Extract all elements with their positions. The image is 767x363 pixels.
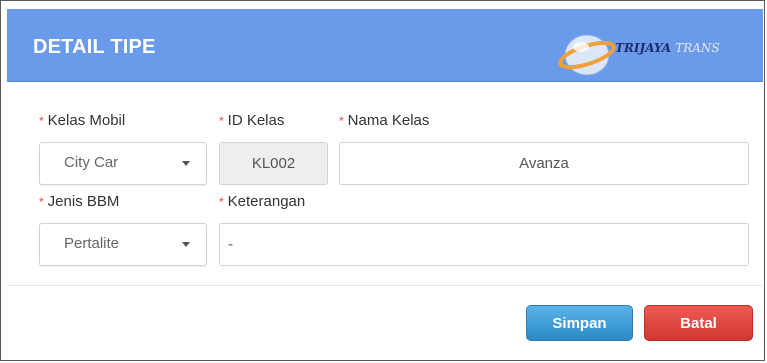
nama-kelas-value: Avanza [519,155,569,172]
globe-logo-icon [558,34,616,76]
label-nama-kelas: * Nama Kelas [339,112,429,129]
jenis-bbm-value: Pertalite [64,235,120,252]
footer-divider [7,285,763,286]
company-logo: TRIJAYA TRANS [557,29,757,77]
label-text: Keterangan [227,193,306,210]
label-id-kelas: * ID Kelas [219,112,284,129]
keterangan-value: - [228,236,233,253]
cancel-button[interactable]: Batal [644,305,753,341]
dialog-title: DETAIL TIPE [33,36,156,58]
label-jenis-bbm: * Jenis BBM [39,193,119,210]
logo-brand-secondary: TRANS [675,41,720,55]
jenis-bbm-select[interactable]: Pertalite [39,223,207,266]
label-keterangan: * Keterangan [219,193,305,210]
kelas-mobil-select[interactable]: City Car [39,142,207,185]
required-marker: * [339,114,344,128]
save-button[interactable]: Simpan [526,305,633,341]
dialog-header: DETAIL TIPE TRIJAYA TRANS [7,9,763,82]
kelas-mobil-value: City Car [64,154,119,171]
label-text: Jenis BBM [47,193,120,210]
id-kelas-field: KL002 [219,142,328,185]
id-kelas-value: KL002 [251,155,296,172]
chevron-down-icon [182,161,190,166]
nama-kelas-input[interactable]: Avanza [339,142,749,185]
required-marker: * [219,195,224,209]
keterangan-input[interactable]: - [219,223,749,266]
logo-wordmark: TRIJAYA TRANS [615,41,720,55]
required-marker: * [39,114,44,128]
label-text: ID Kelas [227,112,285,129]
label-text: Nama Kelas [347,112,430,129]
label-kelas-mobil: * Kelas Mobil [39,112,125,129]
detail-tipe-dialog: DETAIL TIPE TRIJAYA TRANS * Kelas Mobil *… [0,0,765,361]
label-text: Kelas Mobil [47,112,126,129]
required-marker: * [219,114,224,128]
logo-brand-main: TRIJAYA [615,41,672,55]
chevron-down-icon [182,242,190,247]
required-marker: * [39,195,44,209]
